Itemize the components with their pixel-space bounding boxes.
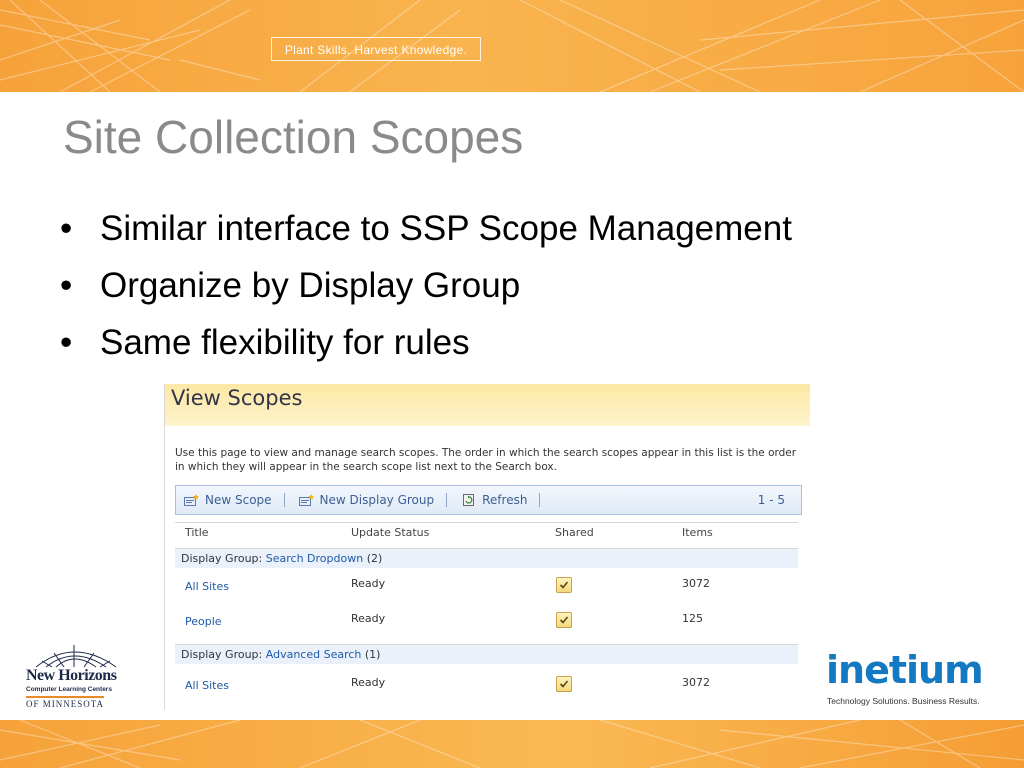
bullet-text: Similar interface to SSP Scope Managemen… bbox=[100, 209, 792, 248]
column-update-status[interactable]: Update Status bbox=[351, 526, 429, 539]
new-display-group-label: New Display Group bbox=[319, 493, 435, 507]
bullet-item: • Organize by Display Group bbox=[60, 257, 792, 314]
bullet-text: Organize by Display Group bbox=[100, 266, 521, 305]
slide-title: Site Collection Scopes bbox=[63, 111, 524, 163]
checkmark-icon bbox=[559, 680, 569, 688]
tagline: Plant Skills. Harvest Knowledge. bbox=[271, 37, 481, 61]
inetium-tagline: Technology Solutions. Business Results. bbox=[827, 696, 980, 706]
bullet-dot: • bbox=[60, 209, 73, 248]
toolbar-separator bbox=[539, 493, 541, 507]
table-row: People Ready 125 bbox=[175, 605, 798, 639]
globe-arc-icon bbox=[35, 645, 117, 668]
decorative-sketch bbox=[0, 0, 1024, 92]
new-display-group-button[interactable]: New Display Group bbox=[291, 493, 441, 507]
bullet-dot: • bbox=[60, 323, 73, 362]
panel-header: View Scopes bbox=[165, 384, 810, 426]
shared-checkbox bbox=[556, 612, 572, 628]
group-name-link[interactable]: Advanced Search bbox=[266, 648, 362, 661]
panel-title: View Scopes bbox=[171, 386, 303, 410]
scope-status: Ready bbox=[351, 577, 386, 590]
scopes-toolbar: New Scope New Display Group Refresh 1 - … bbox=[175, 485, 802, 515]
refresh-button[interactable]: Refresh bbox=[453, 493, 533, 507]
display-group-header: Display Group: Advanced Search (1) bbox=[175, 644, 798, 664]
refresh-icon bbox=[463, 494, 475, 506]
paging-range: 1 - 5 bbox=[757, 493, 785, 507]
view-scopes-panel: View Scopes Use this page to view and ma… bbox=[164, 384, 810, 710]
bullet-list: • Similar interface to SSP Scope Manageme… bbox=[60, 200, 792, 371]
new-item-icon bbox=[184, 494, 199, 506]
new-horizons-name: New Horizons bbox=[26, 667, 117, 684]
inetium-logo: inetium Technology Solutions. Business R… bbox=[826, 648, 996, 708]
bullet-text: Same flexibility for rules bbox=[100, 323, 470, 362]
toolbar-separator bbox=[446, 493, 448, 507]
new-horizons-region: OF MINNESOTA bbox=[26, 696, 105, 709]
shared-checkbox bbox=[556, 577, 572, 593]
column-shared[interactable]: Shared bbox=[555, 526, 594, 539]
column-title[interactable]: Title bbox=[185, 526, 209, 539]
scope-status: Ready bbox=[351, 676, 386, 689]
column-items[interactable]: Items bbox=[682, 526, 713, 539]
new-scope-label: New Scope bbox=[205, 493, 272, 507]
scope-items: 125 bbox=[682, 612, 703, 625]
new-group-icon bbox=[298, 494, 314, 506]
new-horizons-logo: New Horizons Computer Learning Centers O… bbox=[24, 643, 128, 711]
group-count: (1) bbox=[364, 648, 381, 661]
group-prefix: Display Group: bbox=[181, 552, 263, 565]
group-count: (2) bbox=[366, 552, 383, 565]
bullet-item: • Similar interface to SSP Scope Manageme… bbox=[60, 200, 792, 257]
scope-items: 3072 bbox=[682, 676, 710, 689]
decorative-sketch bbox=[0, 720, 1024, 768]
shared-checkbox bbox=[556, 676, 572, 692]
bullet-dot: • bbox=[60, 266, 73, 305]
scope-title-link[interactable]: All Sites bbox=[185, 679, 229, 692]
refresh-label: Refresh bbox=[482, 493, 528, 507]
group-name-link[interactable]: Search Dropdown bbox=[266, 552, 363, 565]
inetium-name: inetium bbox=[826, 648, 984, 692]
table-row: All Sites Ready 3072 bbox=[175, 570, 798, 604]
checkmark-icon bbox=[559, 581, 569, 589]
scope-status: Ready bbox=[351, 612, 386, 625]
bottom-banner bbox=[0, 720, 1024, 768]
table-row: All Sites Ready 3072 bbox=[175, 669, 798, 703]
toolbar-separator bbox=[283, 493, 285, 507]
new-horizons-subtitle: Computer Learning Centers bbox=[26, 686, 112, 693]
scope-items: 3072 bbox=[682, 577, 710, 590]
scope-title-link[interactable]: People bbox=[185, 615, 222, 628]
checkmark-icon bbox=[559, 616, 569, 624]
display-group-header: Display Group: Search Dropdown (2) bbox=[175, 548, 798, 568]
scope-title-link[interactable]: All Sites bbox=[185, 580, 229, 593]
new-scope-button[interactable]: New Scope bbox=[176, 493, 278, 507]
panel-description: Use this page to view and manage search … bbox=[175, 447, 797, 473]
group-prefix: Display Group: bbox=[181, 648, 263, 661]
top-banner: Plant Skills. Harvest Knowledge. bbox=[0, 0, 1024, 92]
bullet-item: • Same flexibility for rules bbox=[60, 314, 792, 371]
column-headers: Title Update Status Shared Items bbox=[175, 522, 798, 541]
